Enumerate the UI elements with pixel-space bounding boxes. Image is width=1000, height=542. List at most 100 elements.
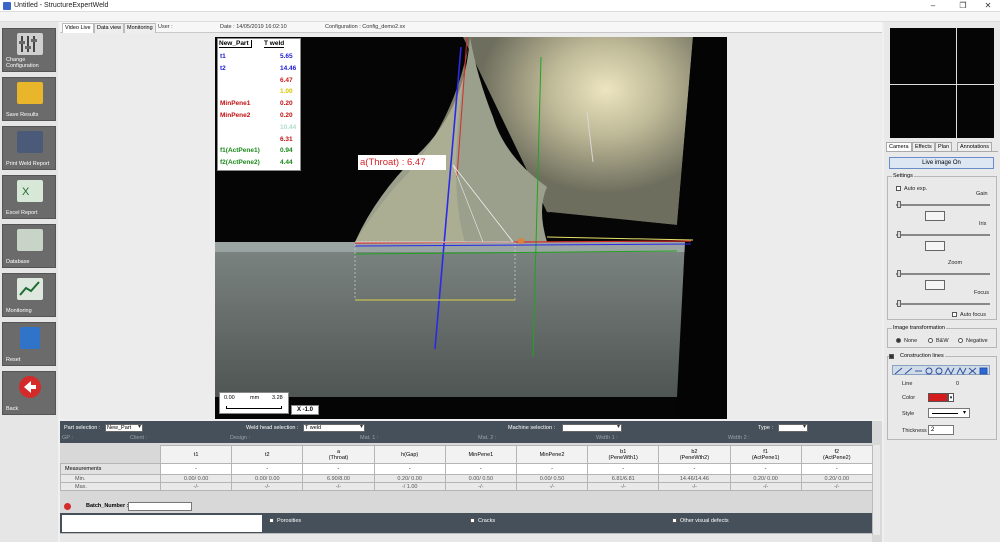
focus-slider-knob[interactable] [897,300,901,307]
color-dropdown-icon[interactable]: ▾ [948,393,954,402]
batch-number-input[interactable] [128,502,192,511]
overlay-measure-value: 10.44 [280,123,297,131]
tab-camera[interactable]: Camera [886,142,912,151]
measurement-value: - [587,463,660,475]
line-tools-toolbar[interactable] [892,365,990,376]
max-value: -/- [800,482,873,491]
overlay-measure-name: MinPene2 [220,112,251,119]
zoom-value-box[interactable] [925,280,945,290]
column-header: b1 (PeneWth1) [587,445,660,464]
bw-radio[interactable] [928,338,933,343]
overlay-weld-name: T weld [264,40,285,48]
min-value: 6.81/6.81 [587,474,660,483]
machine-select[interactable] [562,424,622,432]
user-label: User : [158,24,173,30]
overlay-measure-name: f2(ActPene2) [220,159,260,167]
measurement-panel: Part selection : New_Part Weld head sele… [60,421,882,542]
iris-value-box[interactable] [925,241,945,251]
column-header: a (Throat) [302,445,375,464]
construction-lines-group: Construction lines Line 0 Color ▾ Style … [887,353,997,440]
overlay-measure-value: 6.31 [280,135,293,143]
focus-slider[interactable] [896,303,990,305]
iris-slider-knob[interactable] [897,231,901,238]
none-radio[interactable] [896,338,901,343]
thickness-stepper[interactable]: 2 [928,425,954,435]
change-configuration-button[interactable]: Change Configuration [2,28,56,72]
overlay-measure-name: t2 [220,64,226,72]
reset-button[interactable]: Reset [2,322,56,366]
panel-scrollbar[interactable] [872,445,880,535]
close-icon[interactable]: ✕ [977,0,999,12]
max-value: -/- [729,482,802,491]
zoom-slider-knob[interactable] [897,270,901,277]
maximize-icon[interactable]: ❐ [952,0,974,12]
tab-monitoring[interactable]: Monitoring [124,23,156,33]
live-image-button[interactable]: Live image On [889,157,994,169]
minimize-icon[interactable]: – [922,0,944,12]
tab-annotations[interactable]: Annotations [957,142,993,151]
database-icon [17,229,43,251]
measurement-value: - [444,463,517,475]
gain-value-box[interactable] [925,211,945,221]
measurement-value: - [658,463,731,475]
min-value: 14.46/14.46 [658,474,731,483]
database-button[interactable]: Database [2,224,56,268]
measurement-value: - [800,463,873,475]
cracks-checkbox[interactable] [470,518,475,523]
zoom-factor: X -1.0 [291,405,319,415]
max-value: -/- [658,482,731,491]
construction-lines-checkbox[interactable] [889,354,894,359]
part-select[interactable]: New_Part [105,424,143,432]
weld-head-select[interactable]: T weld [303,424,365,432]
measurement-value: - [159,463,233,475]
column-header: h(Gap) [373,445,446,464]
overlay-measure-value: 4.44 [280,159,293,167]
column-header: MinPene2 [515,445,589,464]
type-select[interactable] [778,424,808,432]
tab-plan[interactable]: Plan [935,142,953,151]
overlay-measure-value: 5.65 [280,53,293,60]
batch-status-icon [64,503,71,510]
date-label: Date : 14/05/2019 16:02:10 [220,24,287,30]
tab-effects[interactable]: Effects [912,142,935,151]
line-color-swatch[interactable] [928,393,948,402]
measurement-overlay: New_Part T weld t1 5.65 t2 14.46 6.47 1.00 Min… [217,38,301,171]
horizontal-scrollbar[interactable] [60,533,872,542]
overlay-measure-value: 1.00 [280,88,293,96]
auto-exp-checkbox[interactable] [896,186,901,191]
max-value: -/- [231,482,304,491]
print-weld-report-button[interactable]: Print Weld Report [2,126,56,170]
tab-video-live[interactable]: Video Live [62,23,94,33]
min-value: 0.20/ 0.00 [373,474,446,483]
weld-cross-section-image[interactable]: New_Part T weld t1 5.65 t2 14.46 6.47 1.00 Min… [215,37,727,419]
overlay-measure-value: 6.47 [280,76,293,84]
save-results-button[interactable]: Save Results [2,77,56,121]
line-style-select[interactable]: ▾ [928,408,970,418]
gain-slider[interactable] [896,204,990,206]
min-value: 0.20/ 0.00 [729,474,802,483]
auto-focus-checkbox[interactable] [952,312,957,317]
image-transformation-group: Image transformation None B&W Negative [887,325,997,348]
left-toolbar: Change Configuration Save Results Print … [0,22,58,542]
comments-textarea[interactable] [62,515,262,532]
porosities-checkbox[interactable] [269,518,274,523]
window-title: Untitled - StructureExpertWeld [14,2,109,9]
monitoring-icon [17,278,43,300]
monitoring-button[interactable]: Monitoring [2,273,56,317]
gain-slider-knob[interactable] [897,201,901,208]
min-value: 0.00/ 0.50 [515,474,589,483]
printer-icon [17,131,43,153]
column-header: b2 (PeneWth2) [658,445,731,464]
overview-thumbnail[interactable] [890,28,994,138]
measurement-value: - [373,463,446,475]
back-button[interactable]: Back [2,371,56,415]
zoom-slider[interactable] [896,273,990,275]
max-value: -/ 1.00 [373,482,446,491]
other-defects-checkbox[interactable] [672,518,677,523]
excel-report-button[interactable]: X Excel Report [2,175,56,219]
tab-data-view[interactable]: Data view [94,23,125,33]
negative-radio[interactable] [958,338,963,343]
iris-slider[interactable] [896,234,990,236]
max-value: -/- [159,482,233,491]
measurement-value: - [729,463,802,475]
